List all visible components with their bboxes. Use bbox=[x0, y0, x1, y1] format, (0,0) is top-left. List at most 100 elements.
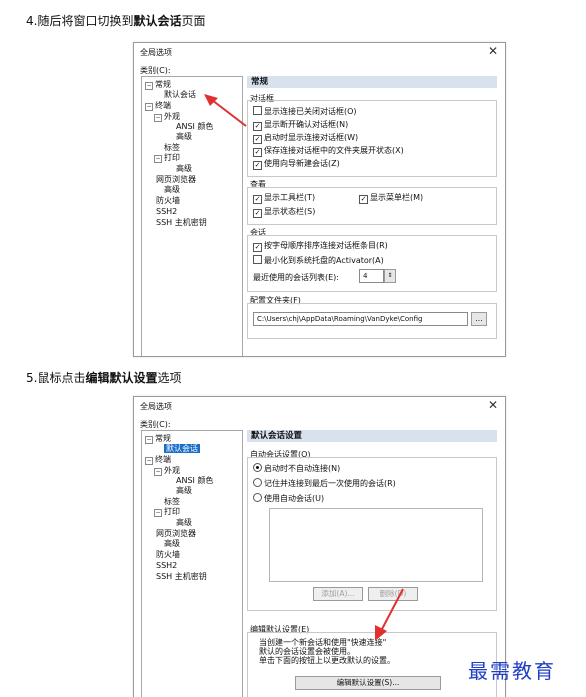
tree-label: 常规 bbox=[155, 80, 171, 89]
step5-suffix: 选项 bbox=[157, 371, 182, 385]
tree-label: 常规 bbox=[155, 434, 171, 443]
tree-item-web-browser[interactable]: 网页浏览器 bbox=[156, 175, 196, 185]
dialog-option[interactable]: ✓ 保存连接对话框中的文件夹展开状态(X) bbox=[253, 145, 404, 157]
browse-button[interactable]: ... bbox=[471, 312, 487, 326]
panel-header: 常规 bbox=[247, 76, 497, 88]
collapse-icon[interactable]: − bbox=[145, 82, 153, 90]
checkbox-checked-icon[interactable]: ✓ bbox=[253, 209, 262, 218]
tree-label: 终端 bbox=[155, 455, 171, 464]
global-options-dialog-2: 全局选项 ✕ 类别(C): − 常规 默认会话 − 终端 − 外观 ANSI 颜色 高… bbox=[133, 396, 506, 697]
sort-option[interactable]: ✓ 按字母顺序排序连接对话框条目(R) bbox=[253, 240, 388, 252]
checkbox-checked-icon[interactable]: ✓ bbox=[253, 243, 262, 252]
watermark-logo: 最需教育 bbox=[468, 659, 556, 683]
edit-defaults-button[interactable]: 编辑默认设置(S)... bbox=[295, 676, 441, 690]
tree-item-default-session[interactable]: 默认会话 bbox=[164, 444, 200, 454]
dialog-option[interactable]: ✓ 使用向导新建会话(Z) bbox=[253, 158, 340, 170]
collapse-icon[interactable]: − bbox=[154, 155, 162, 163]
statusbar-option[interactable]: ✓ 显示状态栏(S) bbox=[253, 206, 315, 218]
dialog-option[interactable]: ✓ 启动时显示连接对话框(W) bbox=[253, 132, 358, 144]
dialog-option[interactable]: 显示连接已关闭对话框(O) bbox=[253, 106, 357, 117]
checkbox-checked-icon[interactable]: ✓ bbox=[359, 195, 368, 204]
close-icon[interactable]: ✕ bbox=[488, 398, 498, 412]
spinner-icon[interactable]: ⇕ bbox=[384, 269, 396, 283]
tree-item-ssh2[interactable]: SSH2 bbox=[156, 561, 177, 571]
option-label: 最小化到系统托盘的Activator(A) bbox=[264, 256, 384, 265]
checkbox-icon[interactable] bbox=[253, 106, 262, 115]
checkbox-checked-icon[interactable]: ✓ bbox=[253, 195, 262, 204]
tree-label: 防火墙 bbox=[156, 196, 180, 205]
dialog-option[interactable]: ✓ 显示断开确认对话框(N) bbox=[253, 119, 348, 131]
radio-selected-icon[interactable] bbox=[253, 463, 262, 472]
option-label: 启动时显示连接对话框(W) bbox=[264, 133, 359, 142]
tree-label: 防火墙 bbox=[156, 550, 180, 559]
titlebar: 全局选项 ✕ bbox=[134, 43, 505, 61]
menubar-option[interactable]: ✓ 显示菜单栏(M) bbox=[359, 192, 423, 204]
close-icon[interactable]: ✕ bbox=[488, 44, 498, 58]
default-session-panel: 默认会话设置 自动会话设置(O) 启动时不自动连接(N) 记住并连接到最后一次使… bbox=[247, 430, 497, 697]
tree-item-print[interactable]: − 打印 bbox=[154, 153, 180, 163]
step5-caption: 5.鼠标点击编辑默认设置选项 bbox=[26, 369, 181, 386]
tree-item-advanced[interactable]: 高级 bbox=[164, 185, 180, 195]
auto-option[interactable]: 启动时不自动连接(N) bbox=[253, 463, 340, 474]
tree-item-appearance[interactable]: − 外观 bbox=[154, 112, 180, 122]
tree-label: 高级 bbox=[164, 539, 180, 548]
collapse-icon[interactable]: − bbox=[145, 457, 153, 465]
step4-prefix: 4.随后将窗口切换到 bbox=[26, 14, 134, 28]
tree-item-advanced[interactable]: 高级 bbox=[176, 486, 192, 496]
radio-icon[interactable] bbox=[253, 493, 262, 502]
collapse-icon[interactable]: − bbox=[145, 436, 153, 444]
tree-item-general[interactable]: − 常规 bbox=[145, 80, 171, 90]
checkbox-checked-icon[interactable]: ✓ bbox=[253, 161, 262, 170]
tree-item-ssh2[interactable]: SSH2 bbox=[156, 207, 177, 217]
tree-item-default-session[interactable]: 默认会话 bbox=[164, 90, 196, 100]
tree-item-tabs[interactable]: 标签 bbox=[164, 497, 180, 507]
tree-item-advanced[interactable]: 高级 bbox=[164, 539, 180, 549]
tree-item-ansi-color[interactable]: ANSI 颜色 bbox=[176, 476, 213, 486]
checkbox-checked-icon[interactable]: ✓ bbox=[253, 135, 262, 144]
option-label: 显示状态栏(S) bbox=[264, 207, 316, 216]
collapse-icon[interactable]: − bbox=[145, 103, 153, 111]
tree-item-web-browser[interactable]: 网页浏览器 bbox=[156, 529, 196, 539]
tree-item-firewall[interactable]: 防火墙 bbox=[156, 196, 180, 206]
dialog-title: 全局选项 bbox=[140, 402, 172, 411]
tree-label: 高级 bbox=[176, 486, 192, 495]
tree-item-tabs[interactable]: 标签 bbox=[164, 143, 180, 153]
tree-item-appearance[interactable]: − 外观 bbox=[154, 466, 180, 476]
category-tree[interactable]: − 常规 默认会话 − 终端 − 外观 ANSI 颜色 高级 标签 − 打印 高级 网页… bbox=[141, 430, 243, 697]
dialog-title: 全局选项 bbox=[140, 48, 172, 57]
tree-item-advanced[interactable]: 高级 bbox=[176, 518, 192, 528]
toolbar-option[interactable]: ✓ 显示工具栏(T) bbox=[253, 192, 315, 204]
option-label: 按字母顺序排序连接对话框条目(R) bbox=[264, 241, 388, 250]
option-label: 启动时不自动连接(N) bbox=[264, 464, 341, 473]
tree-item-ssh-host-key[interactable]: SSH 主机密钥 bbox=[156, 572, 207, 582]
auto-option[interactable]: 记住并连接到最后一次使用的会话(R) bbox=[253, 478, 396, 489]
add-button[interactable]: 添加(A)... bbox=[313, 587, 363, 601]
step4-caption: 4.随后将窗口切换到默认会话页面 bbox=[26, 12, 205, 29]
checkbox-checked-icon[interactable]: ✓ bbox=[253, 148, 262, 157]
minimize-tray-option[interactable]: 最小化到系统托盘的Activator(A) bbox=[253, 255, 384, 266]
option-label: 使用向导新建会话(Z) bbox=[264, 159, 340, 168]
checkbox-checked-icon[interactable]: ✓ bbox=[253, 122, 262, 131]
tree-item-general[interactable]: − 常规 bbox=[145, 434, 171, 444]
tree-label-selected: 默认会话 bbox=[164, 444, 200, 453]
radio-icon[interactable] bbox=[253, 478, 262, 487]
tree-label: SSH2 bbox=[156, 561, 178, 570]
collapse-icon[interactable]: − bbox=[154, 114, 162, 122]
auto-session-list[interactable] bbox=[269, 508, 483, 582]
tree-item-advanced[interactable]: 高级 bbox=[176, 132, 192, 142]
tree-item-ssh-host-key[interactable]: SSH 主机密钥 bbox=[156, 218, 207, 228]
tree-label: 高级 bbox=[176, 164, 192, 173]
config-path-input[interactable]: C:\Users\chj\AppData\Roaming\VanDyke\Con… bbox=[253, 312, 468, 326]
tree-item-terminal[interactable]: − 终端 bbox=[145, 101, 171, 111]
tree-item-advanced[interactable]: 高级 bbox=[176, 164, 192, 174]
collapse-icon[interactable]: − bbox=[154, 509, 162, 517]
collapse-icon[interactable]: − bbox=[154, 468, 162, 476]
step4-suffix: 页面 bbox=[181, 14, 206, 28]
checkbox-icon[interactable] bbox=[253, 255, 262, 264]
tree-item-terminal[interactable]: − 终端 bbox=[145, 455, 171, 465]
tree-label: 标签 bbox=[164, 143, 180, 152]
tree-item-firewall[interactable]: 防火墙 bbox=[156, 550, 180, 560]
auto-option[interactable]: 使用自动会话(U) bbox=[253, 493, 324, 504]
tree-item-print[interactable]: − 打印 bbox=[154, 507, 180, 517]
recent-sessions-input[interactable]: 4 bbox=[359, 269, 384, 283]
